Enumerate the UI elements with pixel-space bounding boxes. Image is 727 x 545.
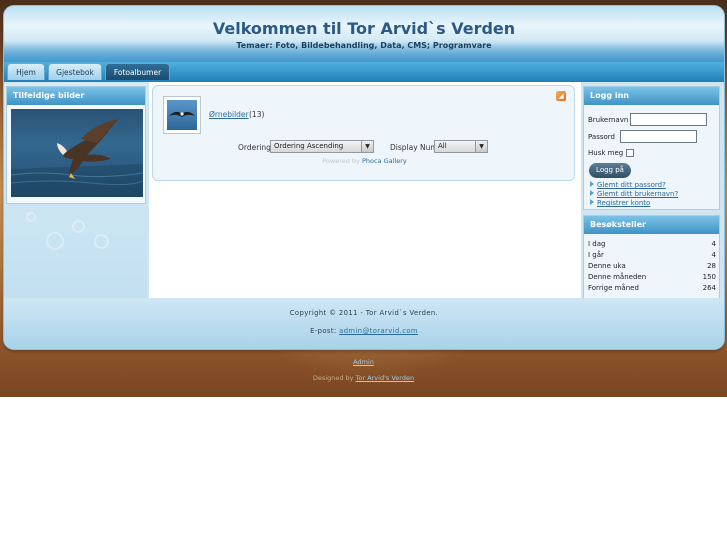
- category-count: (13): [249, 110, 265, 119]
- designed-by-prefix: Designed by: [312, 374, 354, 382]
- decor-bubble: [26, 212, 36, 222]
- left-sidebar: Tilfeldige bilder: [4, 82, 147, 302]
- chevron-down-icon: ▼: [475, 141, 487, 152]
- password-field[interactable]: [620, 130, 697, 143]
- category-link[interactable]: Ørnebilder: [209, 110, 249, 119]
- stat-label: Denne måneden: [588, 273, 647, 281]
- visitor-counter-module: Besøksteller I dag 4 I går 4 Denne uka 28 D…: [583, 215, 720, 299]
- stat-row: I dag 4: [588, 240, 716, 248]
- tab-hjem[interactable]: Hjem: [7, 63, 45, 80]
- chevron-down-icon: ▼: [361, 141, 373, 152]
- stat-row: I går 4: [588, 251, 716, 259]
- copyright-text: Copyright © 2011 - Tor Arvid`s Verden.: [289, 309, 439, 317]
- display-num-select-value: All: [438, 142, 447, 150]
- site-header: Velkommen til Tor Arvid`s Verden Temaer:…: [4, 6, 724, 62]
- remember-checkbox[interactable]: [626, 149, 634, 157]
- site-title: Velkommen til Tor Arvid`s Verden: [212, 19, 516, 38]
- eagle-image: [11, 119, 143, 197]
- main-nav: Hjem Gjestebok Fotoalbumer: [4, 62, 724, 82]
- stat-value: 28: [707, 262, 716, 270]
- stat-row: Forrige måned 264: [588, 284, 716, 292]
- visitor-counter-title: Besøksteller: [584, 216, 719, 234]
- ordering-label: Ordering: [238, 143, 271, 152]
- stat-row: Denne uka 28: [588, 262, 716, 270]
- forgot-password-link[interactable]: Glemt ditt passord?: [597, 181, 666, 189]
- stat-value: 4: [711, 251, 716, 259]
- stat-value: 4: [711, 240, 716, 248]
- username-field[interactable]: [630, 113, 707, 126]
- main-content: ◢ Ørnebilder (13) Ordering Ordering Asce…: [149, 82, 581, 298]
- powered-by-prefix: Powered by: [322, 157, 360, 165]
- footer-email: E-post: admin@torarvid.com: [4, 327, 724, 335]
- eagle-thumb-icon: [169, 111, 195, 117]
- password-label: Passord: [588, 133, 615, 141]
- email-prefix: E-post:: [310, 327, 337, 335]
- stat-row: Denne måneden 150: [588, 273, 716, 281]
- stat-label: Forrige måned: [588, 284, 639, 292]
- tab-fotoalbumer[interactable]: Fotoalbumer: [105, 63, 170, 80]
- powered-by: Powered by Phoca Gallery: [153, 157, 576, 165]
- display-num-label: Display Num: [390, 143, 438, 152]
- category-thumbnail[interactable]: [163, 96, 201, 134]
- stat-value: 150: [702, 273, 716, 281]
- login-title: Logg inn: [584, 87, 719, 105]
- decor-bubble: [72, 220, 85, 233]
- random-images-title: Tilfeldige bilder: [7, 87, 145, 105]
- forgot-username-row: Glemt ditt brukernavn?: [590, 190, 678, 198]
- random-eagle-photo[interactable]: [11, 109, 143, 197]
- stat-value: 264: [702, 284, 716, 292]
- remember-label: Husk meg: [588, 149, 624, 157]
- site-footer: Copyright © 2011 - Tor Arvid`s Verden. E…: [4, 298, 724, 349]
- ordering-select[interactable]: Ordering Ascending ▼: [270, 140, 374, 153]
- email-link[interactable]: admin@torarvid.com: [339, 327, 418, 335]
- admin-link[interactable]: Admin: [353, 358, 374, 366]
- register-link[interactable]: Registrer konto: [597, 199, 650, 207]
- tab-gjestebok[interactable]: Gjestebok: [48, 63, 102, 80]
- forgot-username-link[interactable]: Glemt ditt brukernavn?: [597, 190, 678, 198]
- register-row: Registrer konto: [590, 199, 650, 207]
- gallery-panel: ◢ Ørnebilder (13) Ordering Ordering Asce…: [152, 85, 575, 181]
- stat-label: Denne uka: [588, 262, 626, 270]
- stat-label: I går: [588, 251, 604, 259]
- login-button[interactable]: Logg på: [589, 163, 631, 178]
- forgot-password-row: Glemt ditt passord?: [590, 181, 666, 189]
- ordering-select-value: Ordering Ascending: [274, 142, 344, 150]
- designed-by: Designed by Tor Arvid's Verden: [0, 374, 727, 382]
- rss-icon[interactable]: ◢: [556, 91, 566, 101]
- admin-row: Admin: [0, 358, 727, 366]
- decor-bubble: [94, 234, 109, 249]
- display-num-select[interactable]: All ▼: [434, 140, 488, 153]
- right-sidebar: Logg inn Brukernavn Passord Husk meg Log…: [581, 82, 724, 302]
- login-module: Logg inn Brukernavn Passord Husk meg Log…: [583, 86, 720, 210]
- site-subtitle: Temaer: Foto, Bildebehandling, Data, CMS…: [236, 41, 492, 50]
- designed-by-link[interactable]: Tor Arvid's Verden: [356, 374, 414, 382]
- arrow-right-icon: [590, 181, 594, 187]
- site-container: Velkommen til Tor Arvid`s Verden Temaer:…: [4, 6, 724, 349]
- arrow-right-icon: [590, 190, 594, 196]
- category-thumbnail-image: [167, 100, 197, 130]
- random-images-module: Tilfeldige bilder: [6, 86, 146, 204]
- username-label: Brukernavn: [588, 116, 629, 124]
- arrow-right-icon: [590, 199, 594, 205]
- decor-bubble: [46, 232, 64, 250]
- phoca-gallery-link[interactable]: Phoca Gallery: [362, 157, 407, 165]
- stat-label: I dag: [588, 240, 606, 248]
